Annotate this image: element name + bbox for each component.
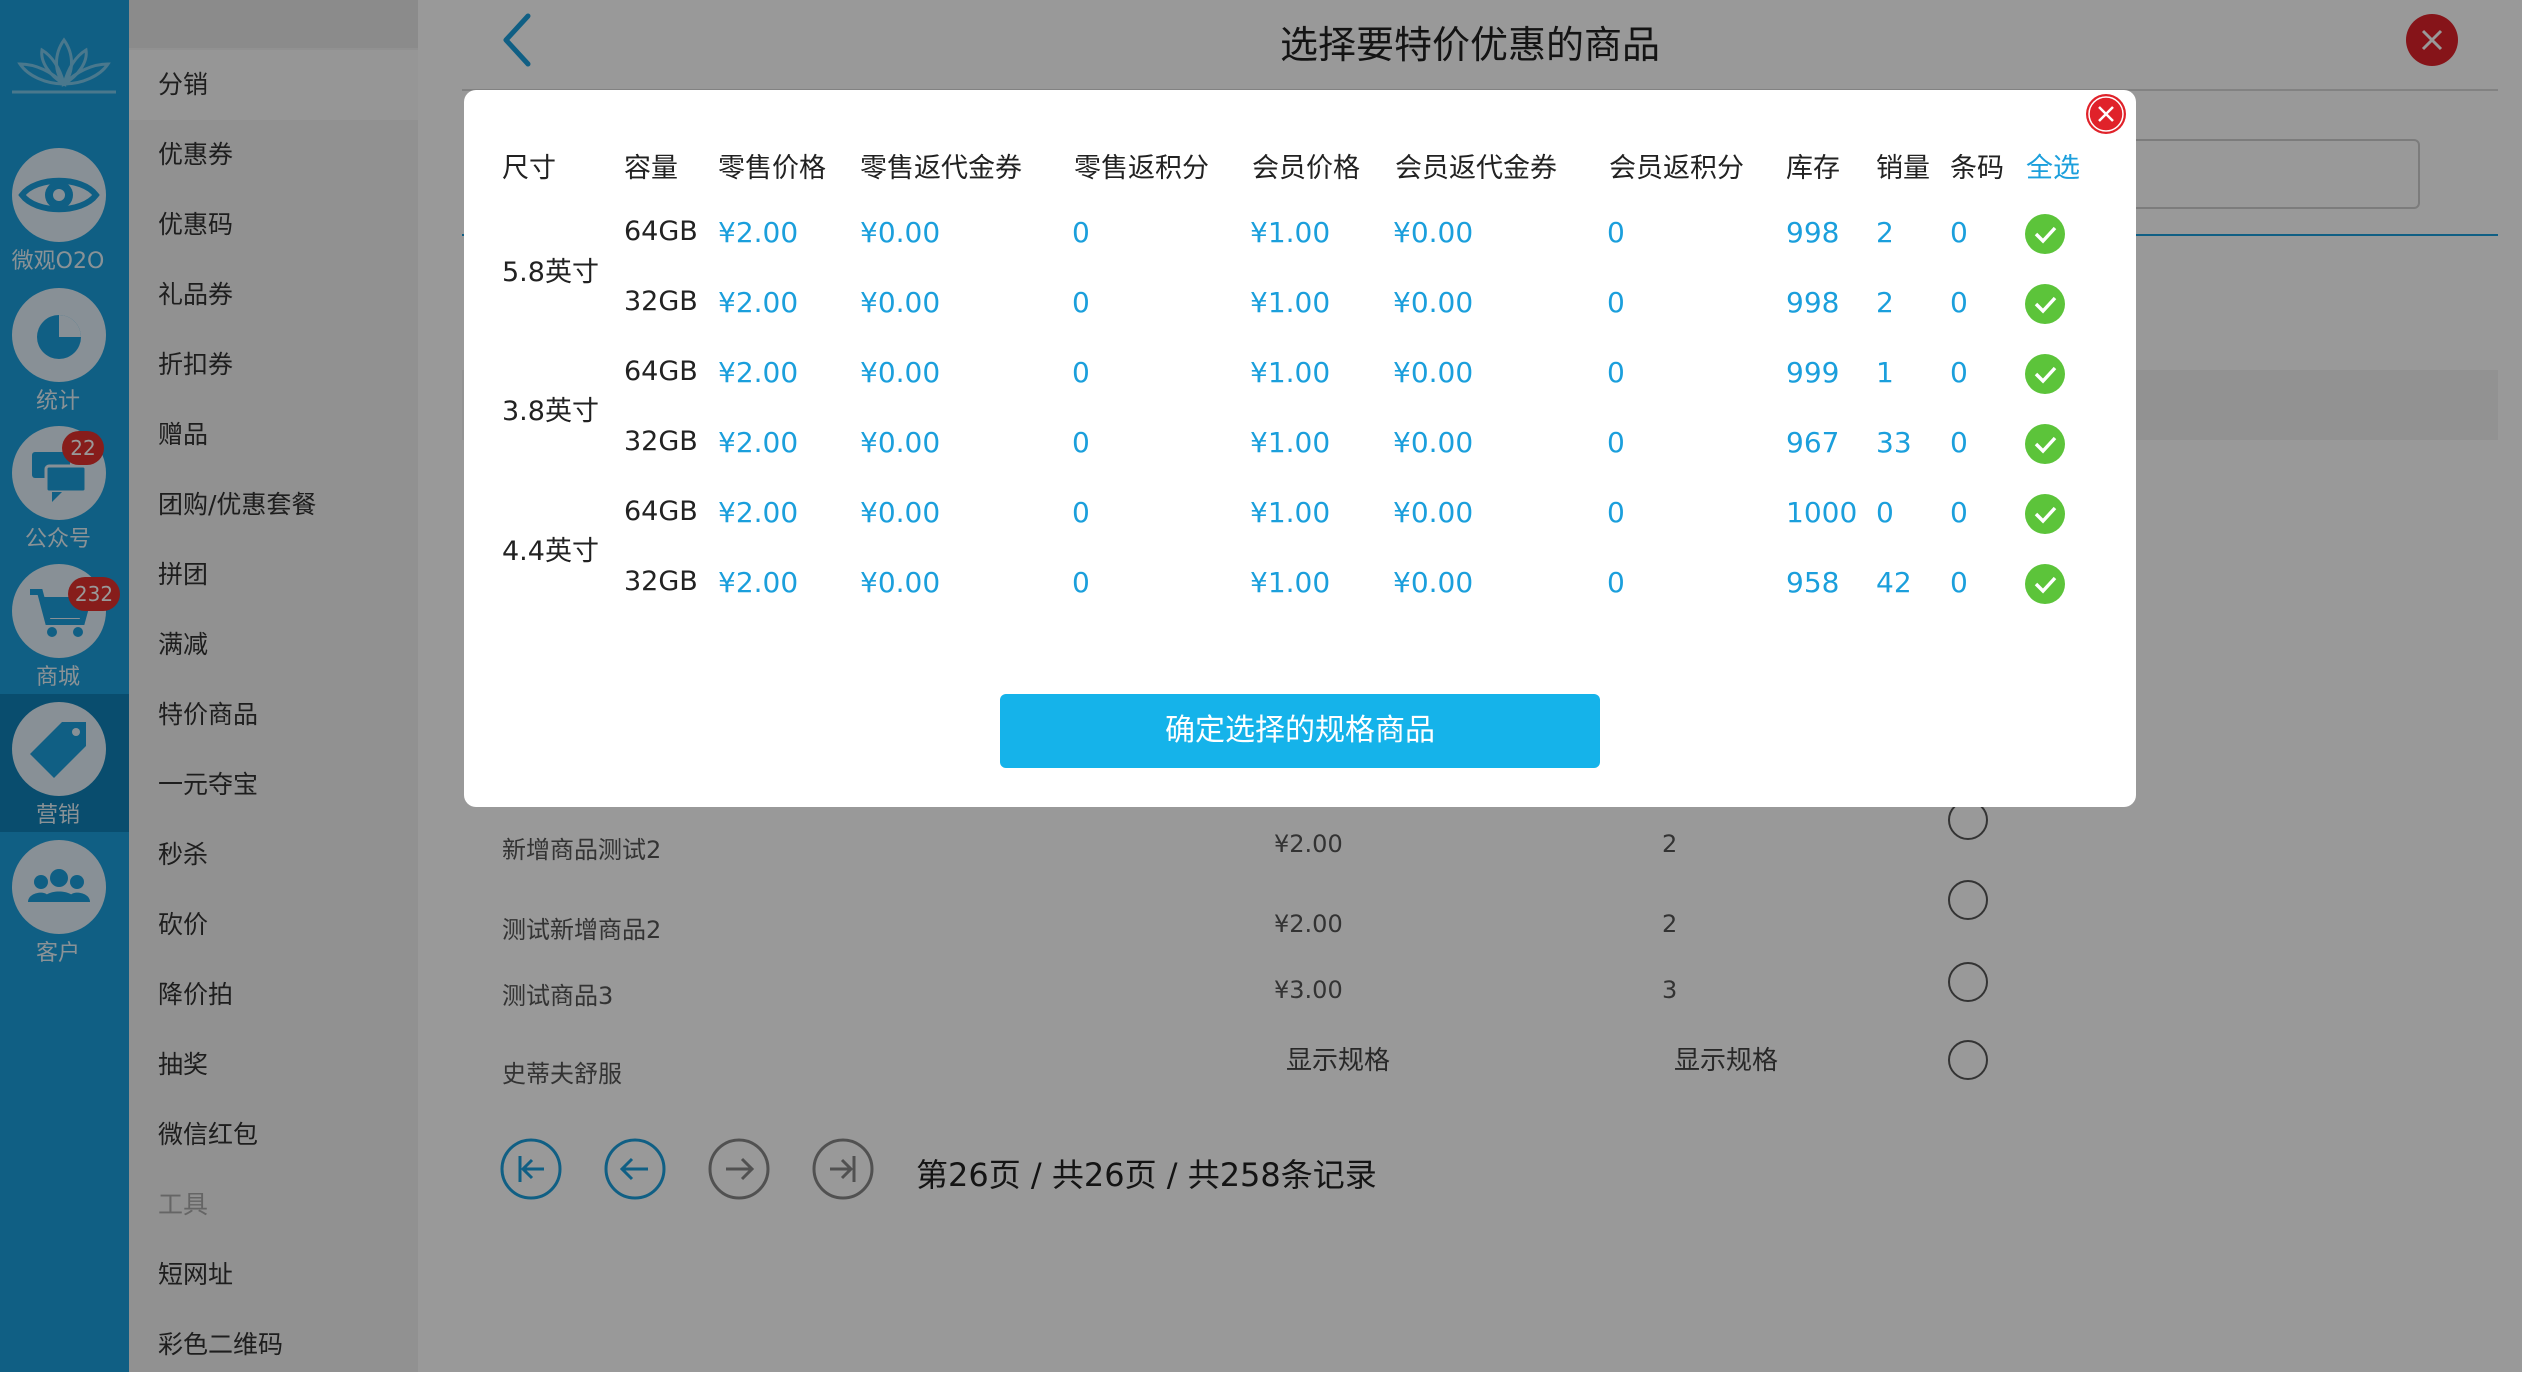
retail-points-cell: 0 [1072, 286, 1090, 319]
retail-voucher-cell: ¥0.00 [860, 216, 941, 249]
member-price-cell: ¥1.00 [1250, 216, 1331, 249]
check-circle-icon[interactable] [2025, 284, 2065, 324]
col-header-member-points: 会员返积分 [1609, 153, 1744, 184]
stock-cell: 958 [1786, 566, 1840, 599]
member-voucher-cell: ¥0.00 [1393, 426, 1474, 459]
retail-points-cell: 0 [1072, 426, 1090, 459]
member-price-cell: ¥1.00 [1250, 356, 1331, 389]
retail-price-cell: ¥2.00 [718, 496, 799, 529]
check-circle-icon[interactable] [2025, 424, 2065, 464]
retail-points-cell: 0 [1072, 216, 1090, 249]
member-points-cell: 0 [1607, 216, 1625, 249]
retail-price-cell: ¥2.00 [718, 426, 799, 459]
col-header-retail-points: 零售返积分 [1074, 153, 1209, 184]
col-header-stock: 库存 [1786, 153, 1840, 184]
select-all-link[interactable]: 全选 [2026, 146, 2080, 185]
retail-voucher-cell: ¥0.00 [860, 286, 941, 319]
member-voucher-cell: ¥0.00 [1393, 286, 1474, 319]
retail-voucher-cell: ¥0.00 [860, 356, 941, 389]
confirm-selection-button[interactable]: 确定选择的规格商品 [1000, 694, 1600, 768]
col-header-barcode: 条码 [1950, 153, 2004, 184]
check-circle-icon[interactable] [2025, 354, 2065, 394]
sales-cell: 42 [1876, 566, 1912, 599]
col-header-retail-price: 零售价格 [718, 153, 826, 184]
sales-cell: 2 [1876, 216, 1894, 249]
col-header-size: 尺寸 [502, 153, 556, 184]
member-points-cell: 0 [1607, 286, 1625, 319]
member-voucher-cell: ¥0.00 [1393, 216, 1474, 249]
sales-cell: 33 [1876, 426, 1912, 459]
stock-cell: 967 [1786, 426, 1840, 459]
col-header-capacity: 容量 [624, 153, 678, 184]
size-label: 3.8英寸 [502, 396, 599, 427]
sales-cell: 2 [1876, 286, 1894, 319]
stock-cell: 998 [1786, 216, 1840, 249]
sales-cell: 1 [1876, 356, 1894, 389]
barcode-cell: 0 [1950, 426, 1968, 459]
modal-close-button[interactable] [2086, 94, 2126, 134]
barcode-cell: 0 [1950, 216, 1968, 249]
member-price-cell: ¥1.00 [1250, 286, 1331, 319]
barcode-cell: 0 [1950, 286, 1968, 319]
member-price-cell: ¥1.00 [1250, 496, 1331, 529]
retail-points-cell: 0 [1072, 356, 1090, 389]
retail-points-cell: 0 [1072, 566, 1090, 599]
stock-cell: 998 [1786, 286, 1840, 319]
capacity-cell: 32GB [624, 426, 698, 457]
member-voucher-cell: ¥0.00 [1393, 356, 1474, 389]
barcode-cell: 0 [1950, 356, 1968, 389]
spec-select-modal: 尺寸 容量 零售价格 零售返代金券 零售返积分 会员价格 会员返代金券 会员返积… [464, 90, 2136, 807]
member-voucher-cell: ¥0.00 [1393, 566, 1474, 599]
barcode-cell: 0 [1950, 566, 1968, 599]
capacity-cell: 64GB [624, 356, 698, 387]
member-points-cell: 0 [1607, 356, 1625, 389]
col-header-retail-voucher: 零售返代金券 [860, 153, 1022, 184]
member-price-cell: ¥1.00 [1250, 566, 1331, 599]
retail-price-cell: ¥2.00 [718, 286, 799, 319]
retail-voucher-cell: ¥0.00 [860, 496, 941, 529]
check-circle-icon[interactable] [2025, 494, 2065, 534]
stock-cell: 999 [1786, 356, 1840, 389]
check-circle-icon[interactable] [2025, 564, 2065, 604]
check-circle-icon[interactable] [2025, 214, 2065, 254]
size-label: 5.8英寸 [502, 257, 599, 288]
close-icon [2088, 96, 2124, 132]
member-points-cell: 0 [1607, 566, 1625, 599]
member-points-cell: 0 [1607, 496, 1625, 529]
size-label: 4.4英寸 [502, 536, 599, 567]
capacity-cell: 32GB [624, 286, 698, 317]
col-header-member-price: 会员价格 [1252, 153, 1360, 184]
capacity-cell: 64GB [624, 216, 698, 247]
barcode-cell: 0 [1950, 496, 1968, 529]
col-header-sales: 销量 [1876, 153, 1930, 184]
retail-price-cell: ¥2.00 [718, 216, 799, 249]
retail-price-cell: ¥2.00 [718, 566, 799, 599]
retail-voucher-cell: ¥0.00 [860, 566, 941, 599]
stock-cell: 1000 [1786, 496, 1858, 529]
retail-points-cell: 0 [1072, 496, 1090, 529]
retail-price-cell: ¥2.00 [718, 356, 799, 389]
capacity-cell: 32GB [624, 566, 698, 597]
capacity-cell: 64GB [624, 496, 698, 527]
member-voucher-cell: ¥0.00 [1393, 496, 1474, 529]
sales-cell: 0 [1876, 496, 1894, 529]
retail-voucher-cell: ¥0.00 [860, 426, 941, 459]
member-price-cell: ¥1.00 [1250, 426, 1331, 459]
member-points-cell: 0 [1607, 426, 1625, 459]
col-header-member-voucher: 会员返代金券 [1395, 153, 1557, 184]
